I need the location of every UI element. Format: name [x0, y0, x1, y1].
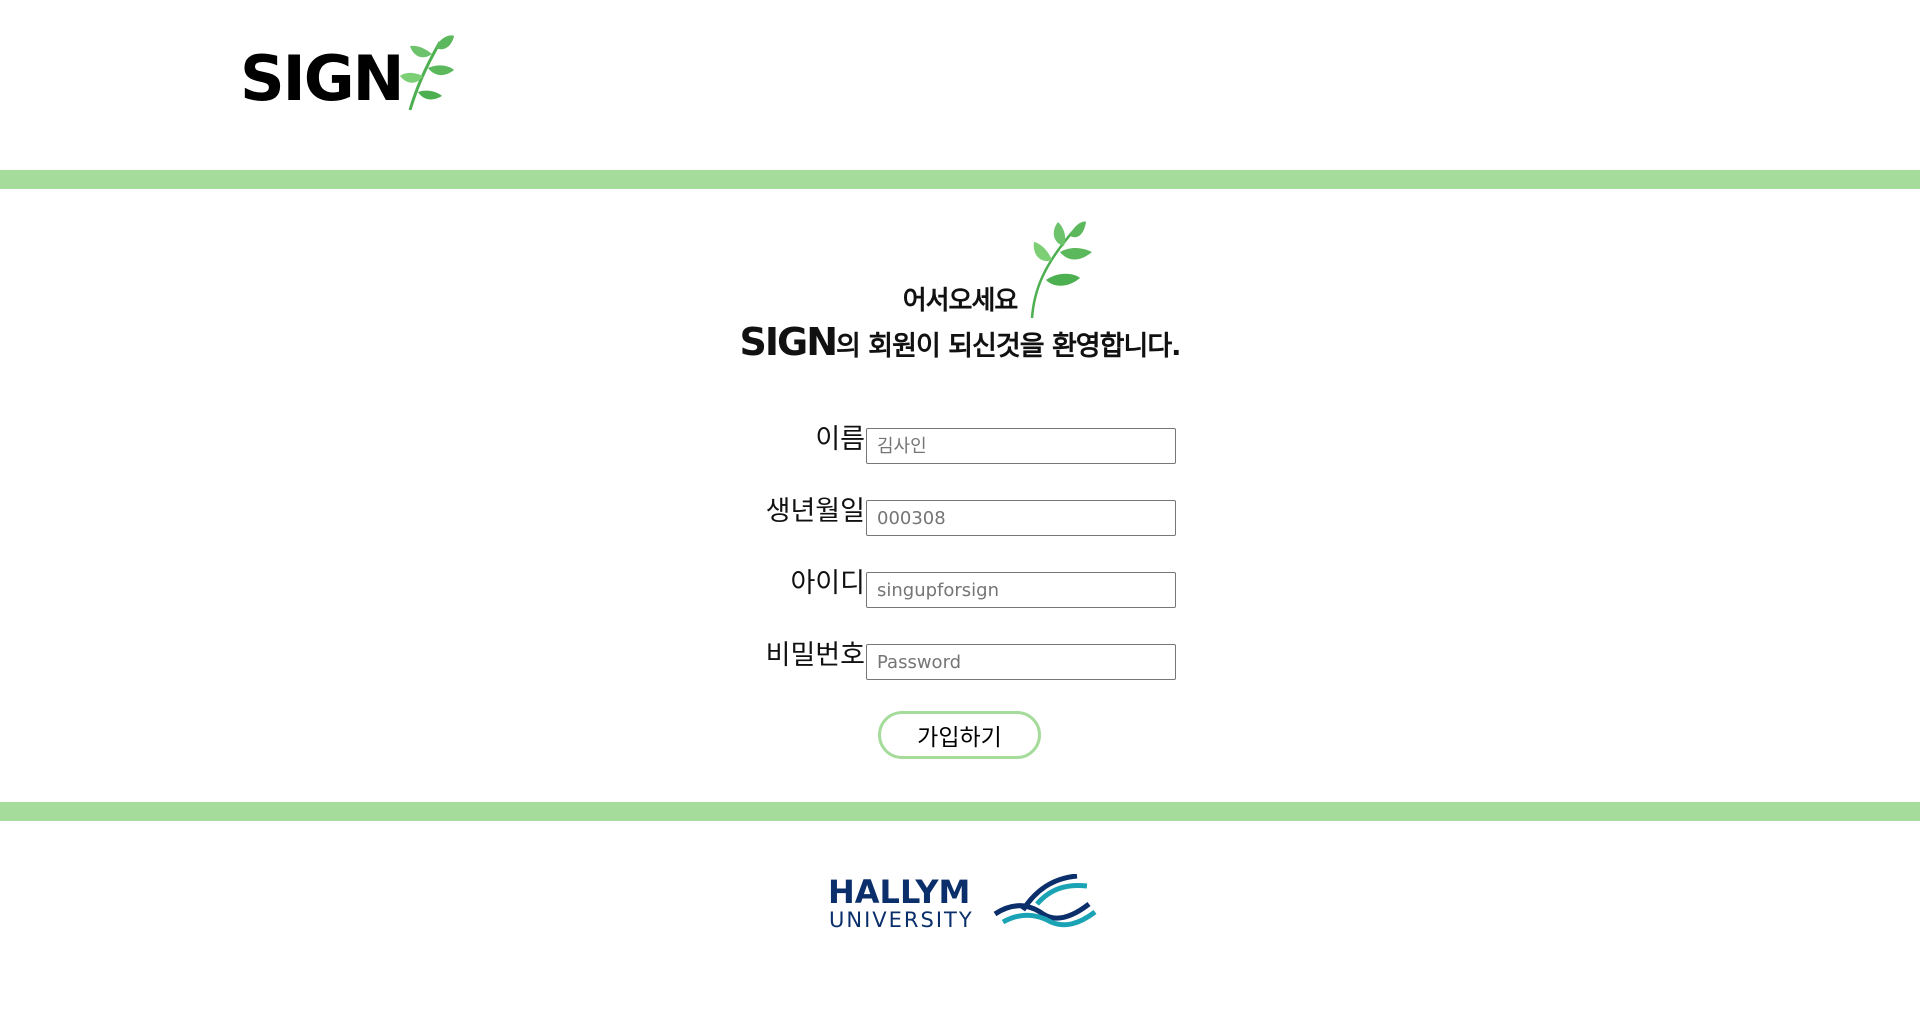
name-row: 이름 [720, 420, 1200, 464]
welcome-greeting: 어서오세요 [902, 286, 1019, 316]
wave-emblem-icon [993, 874, 1097, 928]
name-input[interactable] [866, 428, 1176, 464]
welcome-message-text: 의 회원이 되신것을 환영합니다. [836, 331, 1181, 362]
birthdate-label: 생년월일 [765, 496, 865, 527]
welcome-message: SIGN의 회원이 되신것을 환영합니다. [0, 320, 1920, 364]
sign-logo[interactable]: SIGN [240, 34, 460, 118]
password-row: 비밀번호 [720, 636, 1200, 680]
bottom-divider-band [0, 802, 1920, 821]
university-name: HALLYM [828, 873, 971, 911]
userid-input[interactable] [866, 572, 1176, 608]
university-sub: UNIVERSITY [829, 908, 974, 932]
welcome-brand: SIGN [739, 320, 838, 364]
userid-row: 아이디 [720, 564, 1200, 608]
welcome-section: 어서오세요 SIGN의 회원이 되신것을 환영합니다. [0, 220, 1920, 370]
logo-text: SIGN [240, 42, 404, 115]
birthdate-input[interactable] [866, 500, 1176, 536]
signup-button[interactable]: 가입하기 [878, 711, 1041, 759]
site-header: SIGN [0, 0, 1920, 170]
password-input[interactable] [866, 644, 1176, 680]
name-label: 이름 [815, 424, 865, 455]
birthdate-row: 생년월일 [720, 492, 1200, 536]
leaf-icon [400, 35, 454, 111]
userid-label: 아이디 [790, 568, 865, 599]
password-label: 비밀번호 [765, 640, 865, 671]
hallym-university-logo[interactable]: HALLYM UNIVERSITY [828, 874, 1098, 936]
top-divider-band [0, 170, 1920, 189]
